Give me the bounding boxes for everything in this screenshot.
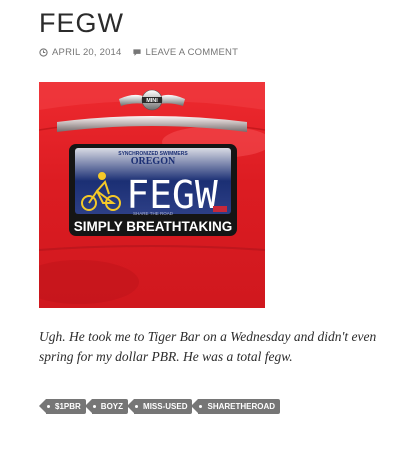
tag-boyz[interactable]: BOYZ: [84, 399, 129, 414]
svg-text:OREGON: OREGON: [131, 156, 176, 167]
leave-comment-label: LEAVE A COMMENT: [145, 47, 239, 58]
post-content: Ugh. He took me to Tiger Bar on a Wednes…: [39, 329, 377, 364]
entry-meta: APRIL 20, 2014 LEAVE A COMMENT: [39, 47, 238, 58]
comment-icon: [132, 49, 141, 56]
svg-text:SHARE THE ROAD: SHARE THE ROAD: [133, 211, 174, 216]
post-date: APRIL 20, 2014: [52, 47, 122, 58]
featured-image[interactable]: MINI SYNCHRONIZED SWIMMERS OREGON FEGW S…: [39, 82, 265, 308]
clock-icon: [39, 48, 48, 57]
tag-sharetheroad[interactable]: SHARETHEROAD: [191, 399, 281, 414]
tag-miss-used[interactable]: MISS-USED: [126, 399, 193, 414]
svg-text:MINI: MINI: [146, 98, 158, 104]
tag-links: $1PBR BOYZ MISS-USED SHARETHEROAD: [39, 399, 281, 414]
post-title[interactable]: FEGW: [39, 8, 124, 39]
svg-text:SIMPLY BREATHTAKING: SIMPLY BREATHTAKING: [74, 219, 233, 234]
license-plate-photo: MINI SYNCHRONIZED SWIMMERS OREGON FEGW S…: [39, 82, 265, 308]
tag-1pbr[interactable]: $1PBR: [39, 399, 86, 414]
post-date-link[interactable]: APRIL 20, 2014: [39, 47, 122, 58]
leave-comment-link[interactable]: LEAVE A COMMENT: [132, 47, 239, 58]
